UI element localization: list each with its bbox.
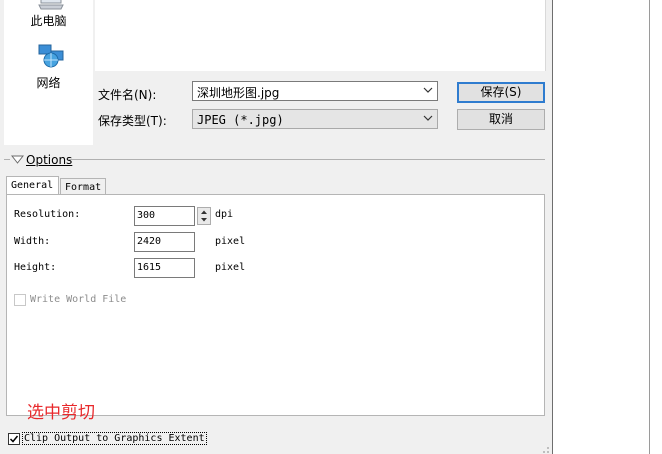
chevron-down-icon[interactable] [423,85,433,95]
general-tab-panel [6,194,545,416]
filename-input[interactable]: 深圳地形图.jpg [197,84,279,101]
height-unit: pixel [215,262,246,273]
write-world-file-label: Write World File [30,294,127,305]
spin-arrows-icon [201,210,207,222]
resolution-input[interactable]: 300 [134,206,195,226]
options-toggle[interactable]: Options [26,153,72,167]
filetype-label: 保存类型(T): [98,114,167,128]
annotation-note: 选中剪切 [27,403,95,423]
dialog-border [552,0,553,454]
options-divider [68,159,545,160]
resolution-spinner[interactable] [197,207,211,225]
width-unit: pixel [215,236,246,247]
file-list[interactable] [95,0,546,71]
chevron-down-icon[interactable] [423,113,433,123]
height-label: Height: [14,262,57,273]
checkmark-icon [9,435,19,443]
width-input[interactable]: 2420 [134,232,195,252]
clip-output-label[interactable]: Clip Output to Graphics Extent [22,432,207,445]
nav-item-this-pc[interactable]: 此电脑 [4,12,93,29]
chevron-down-icon[interactable] [11,155,24,164]
this-pc-icon [38,0,64,10]
save-dialog: 此电脑 网络 文件名(N): 深圳地形图.jpg 保存(S) 保存类型(T): … [0,0,552,454]
options-divider-left [4,159,10,160]
navigation-pane[interactable]: 此电脑 网络 [4,0,93,145]
filetype-value: JPEG (*.jpg) [197,113,284,127]
window-edge [649,0,650,454]
save-button[interactable]: 保存(S) [457,82,545,103]
clip-output-checkbox[interactable] [8,433,20,445]
filename-label: 文件名(N): [98,88,157,102]
width-label: Width: [14,236,51,247]
nav-item-network[interactable]: 网络 [4,74,93,91]
filename-combobox[interactable]: 深圳地形图.jpg [192,81,438,101]
network-icon [38,44,64,68]
resolution-unit: dpi [215,209,234,220]
cancel-button[interactable]: 取消 [457,109,545,130]
resolution-label: Resolution: [14,209,81,220]
height-input[interactable]: 1615 [134,258,195,278]
filetype-select[interactable]: JPEG (*.jpg) [192,109,438,129]
write-world-file-checkbox[interactable] [14,294,26,306]
resize-grip-icon[interactable] [540,444,550,454]
